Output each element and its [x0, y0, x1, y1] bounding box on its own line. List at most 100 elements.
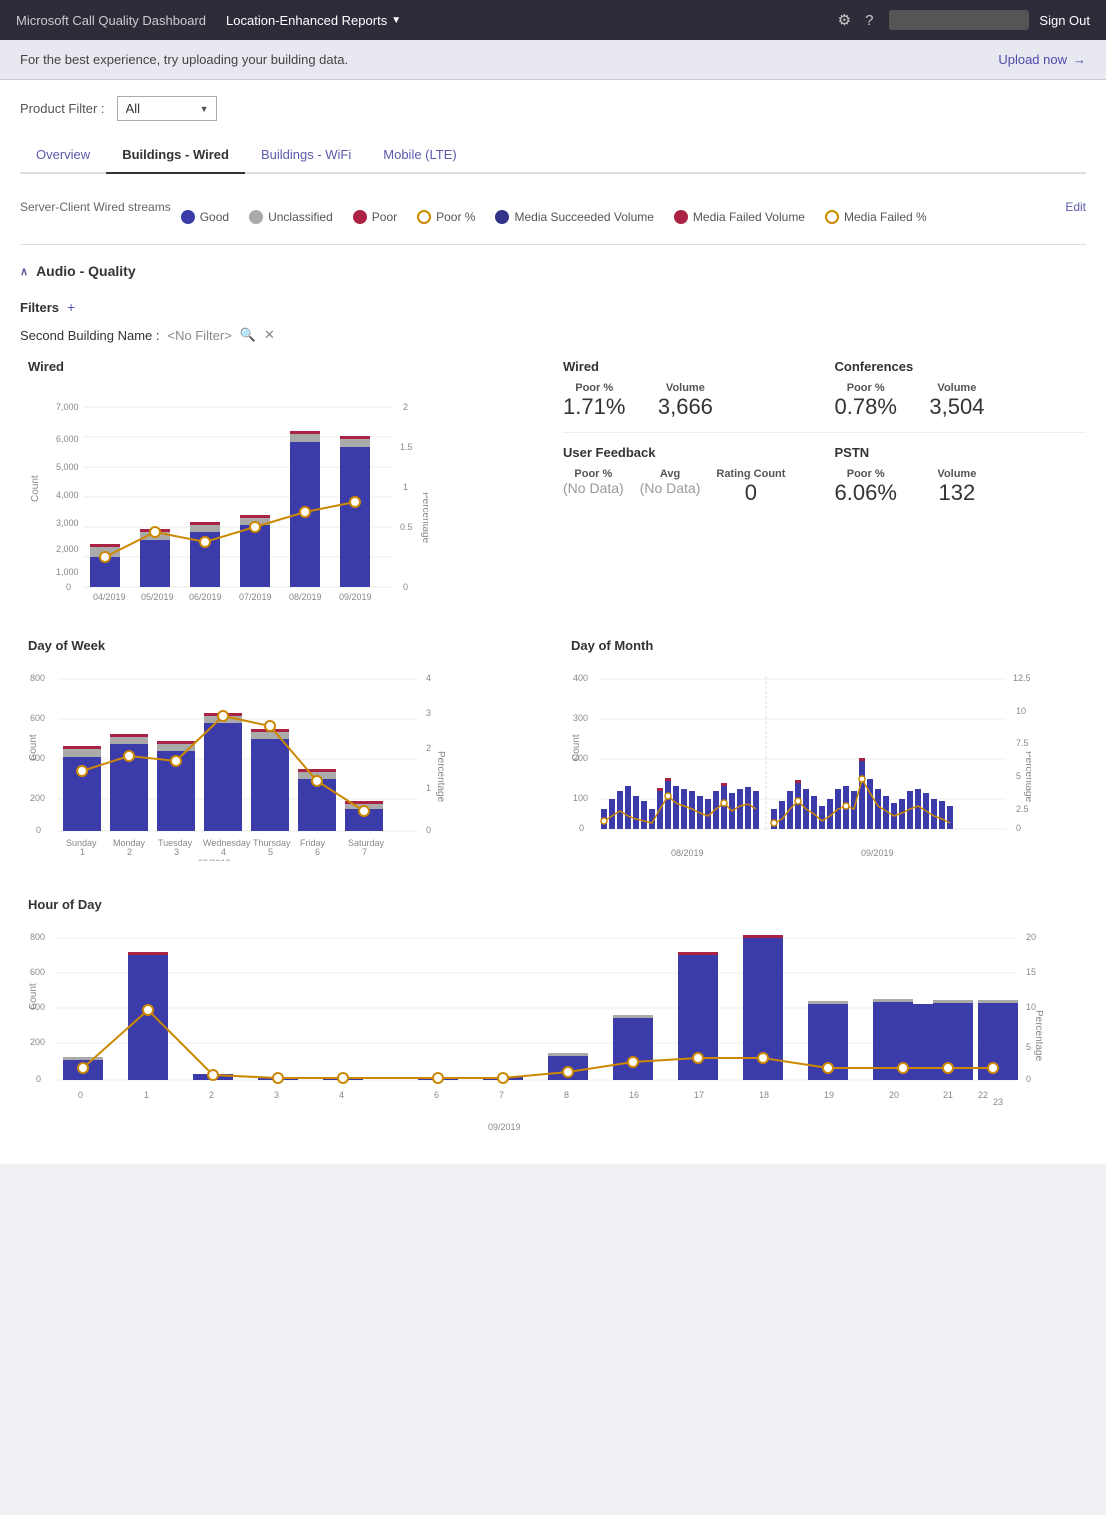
svg-text:20: 20	[889, 1090, 899, 1100]
svg-text:17: 17	[694, 1090, 704, 1100]
pstn-poor-pct-label: Poor %	[835, 468, 897, 480]
svg-text:3: 3	[274, 1090, 279, 1100]
svg-text:22: 22	[978, 1090, 988, 1100]
svg-text:Wednesday: Wednesday	[203, 838, 251, 848]
legend-poor-dot	[353, 210, 367, 224]
svg-text:0: 0	[36, 825, 41, 835]
svg-text:2: 2	[426, 743, 431, 753]
svg-text:200: 200	[30, 1037, 45, 1047]
legend-media-failed-vol-label: Media Failed Volume	[693, 210, 805, 224]
legend-poor-pct: Poor %	[417, 210, 475, 224]
svg-text:08/2019: 08/2019	[289, 592, 322, 602]
signout-button[interactable]: Sign Out	[1039, 13, 1090, 28]
legend-unclassified-label: Unclassified	[268, 210, 333, 224]
svg-text:2.5: 2.5	[1016, 804, 1029, 814]
svg-text:09/2019: 09/2019	[198, 858, 231, 861]
dom-chart-svg: 400 300 200 100 0 12.5 10 7.5 5 2.5 0 Co…	[571, 661, 1031, 861]
legend-poor-label: Poor	[372, 210, 397, 224]
svg-text:1,000: 1,000	[56, 567, 79, 577]
svg-text:Count: Count	[28, 983, 39, 1010]
legend-unclassified-dot	[249, 210, 263, 224]
nav-label: Location-Enhanced Reports	[226, 13, 387, 28]
user-feedback-title: User Feedback	[563, 445, 815, 460]
uf-avg-value: (No Data)	[640, 480, 701, 496]
tab-mobile-lte[interactable]: Mobile (LTE)	[367, 137, 472, 174]
svg-text:16: 16	[629, 1090, 639, 1100]
filter-row: Product Filter : All Skype Teams	[20, 96, 1086, 121]
svg-text:200: 200	[30, 793, 45, 803]
svg-text:0.5: 0.5	[400, 522, 413, 532]
uf-avg-label: Avg	[640, 468, 701, 480]
nav-dropdown[interactable]: Location-Enhanced Reports ▼	[226, 13, 401, 28]
svg-text:2,000: 2,000	[56, 544, 79, 554]
tab-overview[interactable]: Overview	[20, 137, 106, 174]
wired-volume-label: Volume	[655, 382, 715, 394]
svg-text:4: 4	[339, 1090, 344, 1100]
legend-media-succeeded-dot	[495, 210, 509, 224]
collapse-icon: ∧	[20, 265, 28, 278]
svg-text:3,000: 3,000	[56, 518, 79, 528]
legend-unclassified: Unclassified	[249, 210, 333, 224]
filter-search-icon[interactable]: 🔍	[240, 327, 256, 343]
svg-text:10: 10	[1016, 706, 1026, 716]
svg-text:4,000: 4,000	[56, 490, 79, 500]
svg-text:09/2019: 09/2019	[488, 1122, 521, 1132]
svg-text:1: 1	[80, 847, 85, 857]
svg-text:800: 800	[30, 673, 45, 683]
day-of-week-chart: Day of Week 800 600 400 200 0 4 3 2 1 0 …	[20, 630, 543, 869]
conferences-stats: Conferences Poor % 0.78% Volume 3,504	[835, 359, 1087, 420]
svg-text:1: 1	[403, 482, 408, 492]
upload-now-button[interactable]: Upload now →	[998, 52, 1086, 67]
main-content: Product Filter : All Skype Teams Overvie…	[0, 80, 1106, 1164]
product-filter-select[interactable]: All Skype Teams	[117, 96, 217, 121]
filter-chips: Second Building Name : <No Filter> 🔍 ✕	[20, 327, 1086, 343]
pstn-title: PSTN	[835, 445, 1087, 460]
conf-poor-pct-label: Poor %	[835, 382, 897, 394]
filters-title: Filters	[20, 300, 59, 315]
hod-chart-title: Hour of Day	[28, 897, 1078, 912]
conferences-stats-title: Conferences	[835, 359, 1087, 374]
legend-good-label: Good	[200, 210, 229, 224]
tab-buildings-wifi[interactable]: Buildings - WiFi	[245, 137, 367, 174]
svg-text:5: 5	[1016, 771, 1021, 781]
svg-text:12.5: 12.5	[1013, 673, 1031, 683]
svg-text:4: 4	[221, 847, 226, 857]
legend-media-failed-vol: Media Failed Volume	[674, 210, 805, 224]
uf-rating-value: 0	[716, 480, 785, 506]
svg-text:800: 800	[30, 932, 45, 942]
legend-poor-pct-dot	[417, 210, 431, 224]
brand-label: Microsoft Call Quality Dashboard	[16, 13, 206, 28]
audio-quality-section-header[interactable]: ∧ Audio - Quality	[20, 255, 1086, 287]
add-filter-button[interactable]: +	[67, 299, 75, 315]
svg-text:5: 5	[1026, 1042, 1031, 1052]
nav-chevron-icon: ▼	[391, 15, 401, 26]
settings-icon[interactable]: ⚙	[838, 11, 851, 29]
legend-media-failed-vol-dot	[674, 210, 688, 224]
svg-text:5: 5	[268, 847, 273, 857]
svg-text:3: 3	[174, 847, 179, 857]
filter-chip-value: <No Filter>	[167, 328, 231, 343]
edit-button[interactable]: Edit	[1065, 200, 1086, 214]
legend-media-succeeded-label: Media Succeeded Volume	[514, 210, 653, 224]
svg-text:1: 1	[426, 783, 431, 793]
legend-media-failed-pct: Media Failed %	[825, 210, 927, 224]
svg-text:1: 1	[144, 1090, 149, 1100]
svg-text:09/2019: 09/2019	[861, 848, 894, 858]
user-avatar	[889, 10, 1029, 30]
tab-buildings-wired[interactable]: Buildings - Wired	[106, 137, 245, 174]
svg-text:6: 6	[434, 1090, 439, 1100]
svg-text:0: 0	[579, 823, 584, 833]
svg-text:20: 20	[1026, 932, 1036, 942]
dow-chart-svg: 800 600 400 200 0 4 3 2 1 0 Count Percen…	[28, 661, 458, 861]
svg-text:7.5: 7.5	[1016, 738, 1029, 748]
stats-grid-2: User Feedback Poor % (No Data) Avg (No D…	[563, 445, 1086, 506]
wired-stats: Wired Poor % 1.71% Volume 3,666	[563, 359, 815, 420]
help-icon[interactable]: ?	[865, 12, 873, 29]
svg-text:Count: Count	[30, 475, 41, 502]
day-of-month-chart: Day of Month 400 300 200 100 0 12.5 10 7…	[563, 630, 1086, 869]
legend-good: Good	[181, 210, 229, 224]
filter-clear-icon[interactable]: ✕	[264, 327, 275, 343]
conf-volume-value: 3,504	[927, 394, 987, 420]
svg-text:100: 100	[573, 793, 588, 803]
svg-text:Count: Count	[571, 734, 582, 761]
